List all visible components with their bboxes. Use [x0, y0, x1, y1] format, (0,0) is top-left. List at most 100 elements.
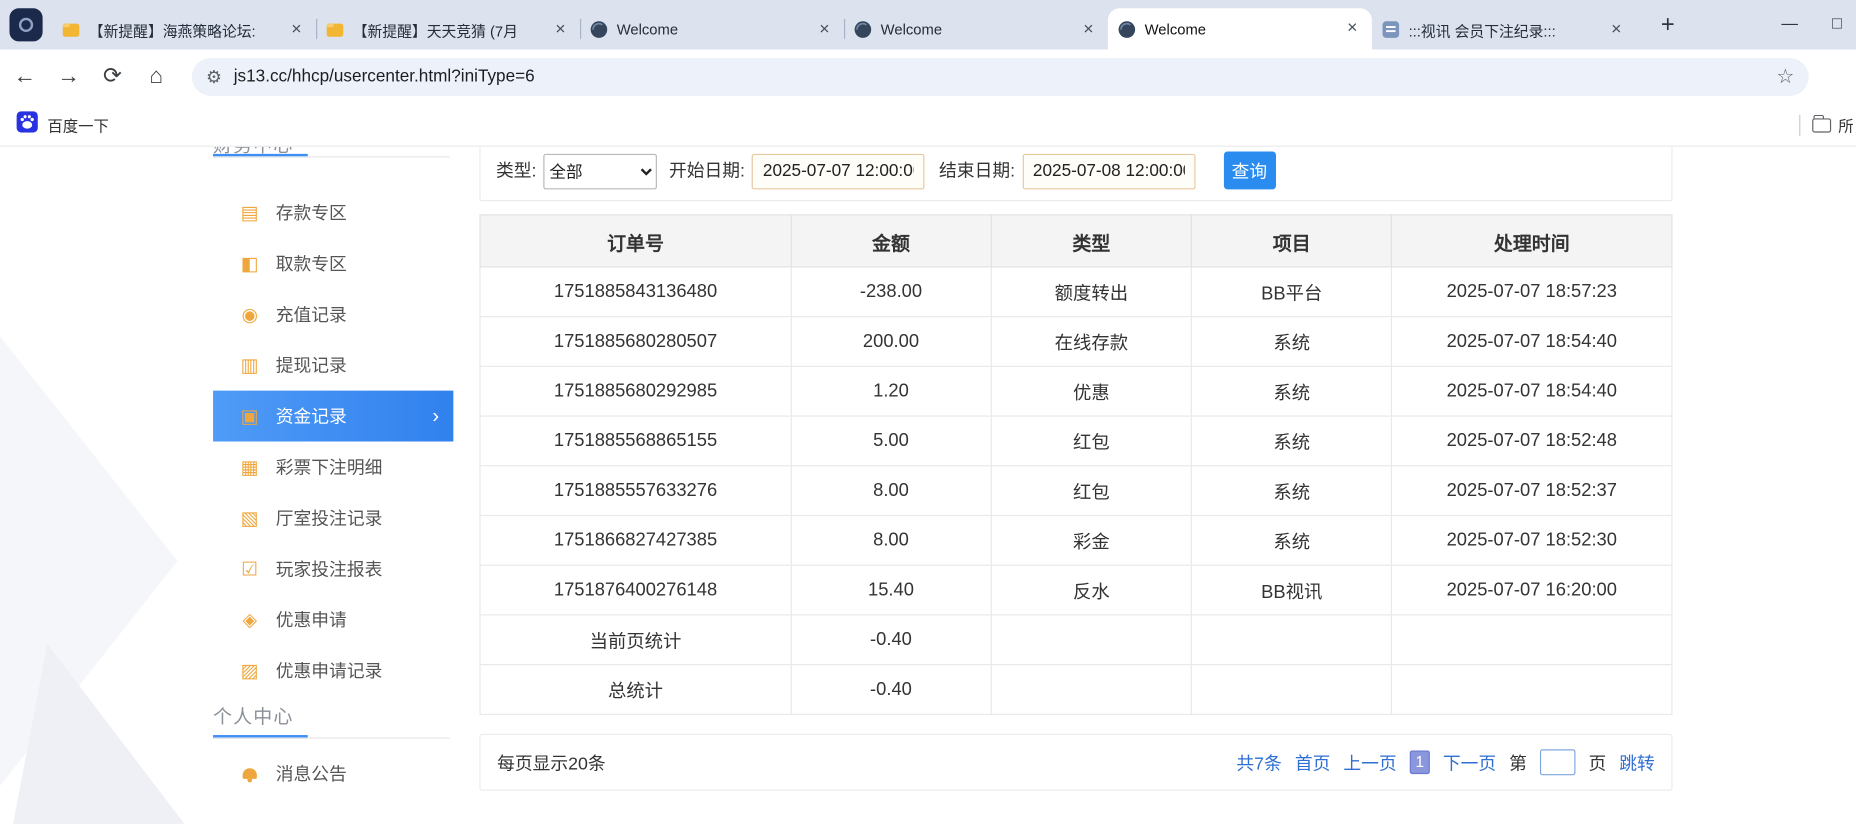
page-content: 财务中心 ▤ 存款专区 ◧ 取款专区 ◉ 充值记录 ▥ 提现记录 [0, 147, 1856, 824]
tab-title: Welcome [881, 21, 1070, 38]
sidebar-menu-personal: 消息公告 [213, 748, 467, 799]
cell-type: 彩金 [991, 515, 1192, 565]
search-button[interactable]: 查询 [1223, 152, 1275, 190]
tab-close-icon[interactable]: × [1078, 20, 1098, 40]
pagination-bar: 每页显示20条 共7条 首页 上一页 1 下一页 第 页 跳转 [479, 734, 1672, 791]
summary-row-total: 总统计 -0.40 [480, 665, 1672, 715]
tab-close-icon[interactable]: × [550, 20, 570, 40]
start-date-input[interactable] [752, 154, 925, 190]
browser-logo-icon [19, 18, 33, 32]
browser-tab-6[interactable]: :::视讯 会员下注纪录::: × [1372, 9, 1636, 49]
sidebar-item-withdraw[interactable]: ◧ 取款专区 [213, 238, 467, 289]
gift-icon: ◈ [239, 608, 260, 632]
cell-summary-label: 当前页统计 [480, 615, 791, 665]
cell-type: 红包 [991, 466, 1192, 516]
url-text[interactable]: js13.cc/hhcp/usercenter.html?iniType=6 [234, 67, 1767, 86]
sidebar-item-cutoff[interactable]: ▤ [213, 812, 260, 824]
sidebar-item-hall-bet-record[interactable]: ▧ 厅室投注记录 [213, 492, 467, 543]
sidebar-item-messages[interactable]: 消息公告 [213, 748, 467, 799]
cell-amount: 5.00 [791, 416, 991, 466]
chevron-right-icon: › [432, 404, 439, 428]
tab-favicon-site [1117, 20, 1136, 39]
bookmark-baidu[interactable]: 百度一下 [17, 111, 109, 138]
back-button[interactable]: ← [6, 58, 44, 96]
cell-project: BB平台 [1192, 267, 1392, 317]
tab-close-icon[interactable]: × [286, 20, 306, 40]
cell-type: 在线存款 [991, 317, 1192, 367]
sidebar-item-player-report[interactable]: ☑ 玩家投注报表 [213, 543, 467, 594]
type-label: 类型: [496, 154, 536, 190]
first-page-link[interactable]: 首页 [1295, 750, 1331, 775]
bookmark-star-icon[interactable]: ☆ [1776, 65, 1794, 89]
total-count-label: 共7条 [1236, 750, 1281, 775]
cell-empty [991, 665, 1192, 715]
money-bag-icon: ▣ [239, 404, 260, 428]
sidebar-item-lottery-detail[interactable]: ▦ 彩票下注明细 [213, 442, 467, 493]
tab-close-icon[interactable]: × [1606, 20, 1626, 40]
browser-tab-5-active[interactable]: Welcome × [1108, 8, 1372, 49]
sidebar-item-promo-apply-record[interactable]: ▨ 优惠申请记录 [213, 645, 467, 696]
home-button[interactable]: ⌂ [137, 58, 175, 96]
sidebar-item-deposit[interactable]: ▤ 存款专区 [213, 187, 467, 238]
column-header-time: 处理时间 [1392, 215, 1672, 267]
sidebar-item-label: 充值记录 [276, 302, 347, 327]
next-page-link[interactable]: 下一页 [1443, 750, 1496, 775]
browser-menu-button[interactable] [9, 8, 42, 41]
address-bar[interactable]: ⚙ js13.cc/hhcp/usercenter.html?iniType=6… [192, 58, 1809, 96]
pagination-controls: 共7条 首页 上一页 1 下一页 第 页 跳转 [1236, 749, 1654, 775]
report-check-icon: ☑ [239, 557, 260, 581]
sidebar-item-label: 取款专区 [276, 251, 347, 276]
current-page-badge[interactable]: 1 [1410, 750, 1430, 774]
cell-empty [991, 615, 1192, 665]
tab-close-icon[interactable]: × [814, 20, 834, 40]
prev-page-link[interactable]: 上一页 [1343, 750, 1396, 775]
orders-table: 订单号 金额 类型 项目 处理时间 1751885843136480 -238.… [479, 214, 1672, 715]
cell-order: 1751885557633276 [480, 466, 791, 516]
browser-toolbar: ← → ⟳ ⌂ ⚙ js13.cc/hhcp/usercenter.html?i… [0, 50, 1856, 104]
sidebar-menu: ▤ 存款专区 ◧ 取款专区 ◉ 充值记录 ▥ 提现记录 ▣ 资金记录 [213, 187, 467, 696]
cell-order: 1751885568865155 [480, 416, 791, 466]
page-jump-input[interactable] [1540, 749, 1576, 775]
new-tab-button[interactable]: + [1652, 11, 1683, 42]
cell-empty [1192, 615, 1392, 665]
minimize-button[interactable]: — [1778, 13, 1802, 32]
sidebar-item-fund-record[interactable]: ▣ 资金记录 › [213, 391, 453, 442]
list-check-icon: ▨ [239, 659, 260, 683]
document-icon: ▦ [239, 455, 260, 479]
site-settings-icon[interactable]: ⚙ [206, 66, 222, 87]
tab-title: 【新提醒】天天竞猜 (7月 [353, 18, 542, 40]
cell-empty [1392, 665, 1672, 715]
type-select[interactable]: 全部 [544, 154, 658, 190]
sidebar-item-label: 提现记录 [276, 353, 347, 378]
end-date-input[interactable] [1022, 154, 1195, 190]
sidebar-item-withdraw-record[interactable]: ▥ 提现记录 [213, 340, 467, 391]
tab-close-icon[interactable]: × [1342, 19, 1362, 39]
browser-tab-3[interactable]: Welcome × [580, 9, 844, 49]
bookmarks-folder-icon[interactable] [1812, 118, 1831, 132]
page-jump-button[interactable]: 跳转 [1619, 750, 1655, 775]
forward-button[interactable]: → [50, 58, 88, 96]
cell-time: 2025-07-07 16:20:00 [1392, 565, 1672, 615]
sidebar-item-recharge-record[interactable]: ◉ 充值记录 [213, 289, 467, 340]
bookmarks-folder-label[interactable]: 所 [1838, 114, 1853, 136]
browser-tab-2[interactable]: 【新提醒】天天竞猜 (7月 × [316, 9, 580, 49]
sidebar-item-promo-apply[interactable]: ◈ 优惠申请 [213, 594, 467, 645]
browser-tab-1[interactable]: 【新提醒】海燕策略论坛: × [52, 9, 316, 49]
browser-tab-4[interactable]: Welcome × [844, 9, 1108, 49]
sidebar-item-label: 资金记录 [276, 404, 347, 429]
cell-order: 1751876400276148 [480, 565, 791, 615]
tab-favicon-site [589, 20, 608, 39]
cell-project: 系统 [1192, 466, 1392, 516]
list-icon: ▧ [239, 506, 260, 530]
sidebar-item-label: 厅室投注记录 [276, 505, 383, 530]
cell-order: 1751885680292985 [480, 366, 791, 416]
jump-suffix-label: 页 [1588, 750, 1606, 775]
cell-type: 优惠 [991, 366, 1192, 416]
cell-time: 2025-07-07 18:54:40 [1392, 366, 1672, 416]
sidebar-section-personal: 个人中心 [213, 701, 294, 729]
cell-project: 系统 [1192, 317, 1392, 367]
maximize-button[interactable]: □ [1825, 13, 1849, 32]
cell-time: 2025-07-07 18:52:30 [1392, 515, 1672, 565]
tab-title: :::视讯 会员下注纪录::: [1409, 18, 1598, 40]
reload-button[interactable]: ⟳ [94, 58, 132, 96]
